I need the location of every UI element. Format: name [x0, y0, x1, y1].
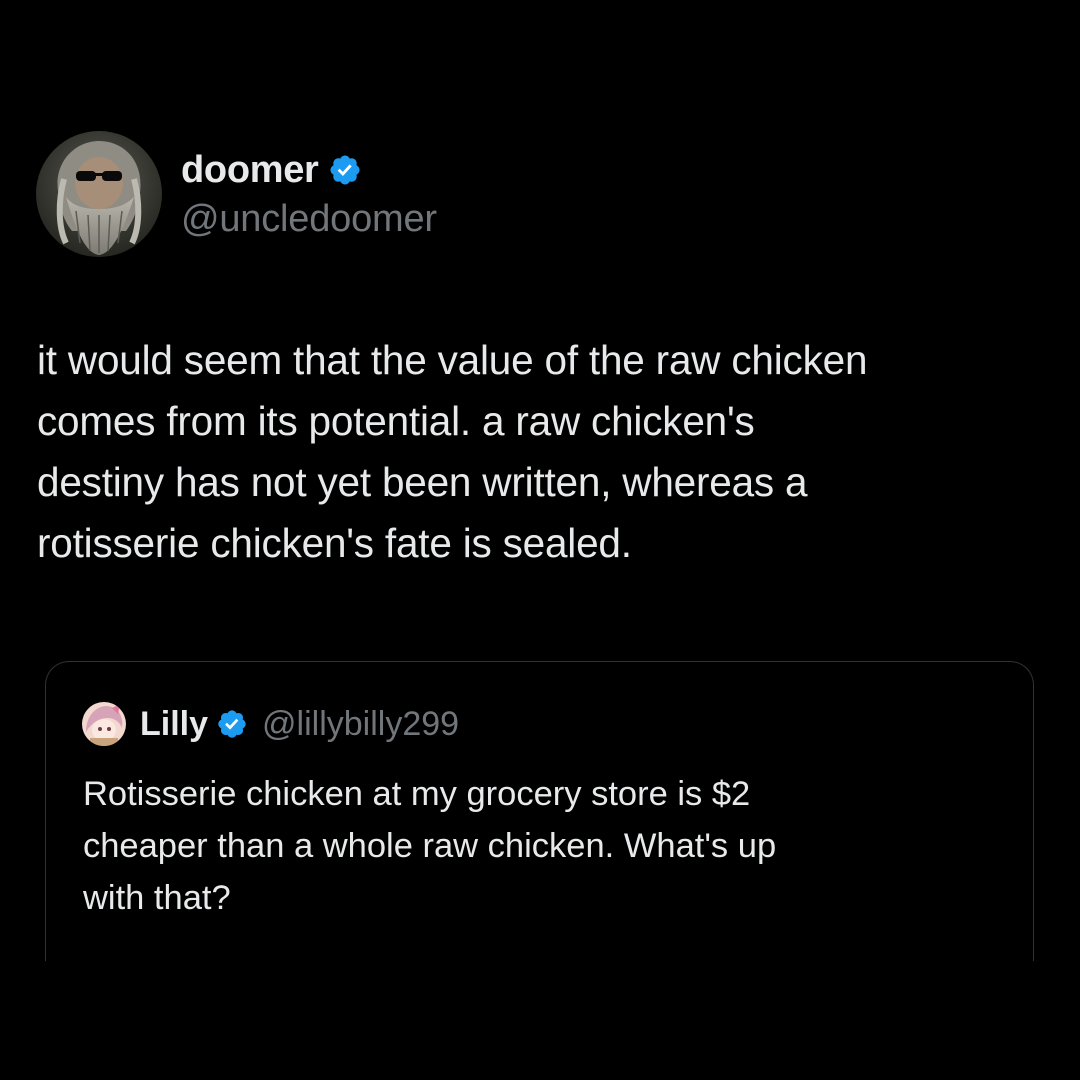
- tweet-author: doomer @uncledoomer: [36, 131, 736, 257]
- anime-character-avatar-icon: [82, 702, 126, 746]
- tweet-text-line: it would seem that the value of the raw …: [37, 337, 868, 383]
- quoted-tweet-header: Lilly @lillybilly299: [82, 700, 459, 748]
- quoted-tweet-text-line: cheaper than a whole raw chicken. What's…: [83, 827, 777, 865]
- quoted-tweet-body: Rotisserie chicken at my grocery store i…: [83, 768, 1013, 924]
- tweet-text-line: rotisserie chicken's fate is sealed.: [37, 520, 632, 566]
- tweet-body: it would seem that the value of the raw …: [37, 330, 1047, 574]
- author-avatar[interactable]: [36, 131, 162, 257]
- author-display-name[interactable]: doomer: [181, 149, 319, 192]
- quoted-author-avatar[interactable]: [82, 702, 126, 746]
- quoted-tweet-text-line: with that?: [83, 879, 231, 917]
- tweet-text-line: destiny has not yet been written, wherea…: [37, 459, 808, 505]
- author-name-line: doomer: [181, 148, 362, 192]
- bearded-man-avatar-icon: [36, 131, 162, 257]
- tweet-text-line: comes from its potential. a raw chicken'…: [37, 398, 755, 444]
- quoted-tweet-text-line: Rotisserie chicken at my grocery store i…: [83, 775, 751, 813]
- tweet: doomer @uncledoomer it would seem that t…: [0, 0, 1080, 1080]
- verified-badge-icon[interactable]: [216, 708, 248, 740]
- quoted-author-display-name[interactable]: Lilly: [140, 705, 208, 744]
- verified-badge-icon[interactable]: [328, 153, 362, 187]
- quoted-author-handle[interactable]: @lillybilly299: [262, 705, 459, 744]
- quoted-tweet-card[interactable]: Lilly @lillybilly299 Rotisserie chicken …: [45, 661, 1034, 961]
- author-handle[interactable]: @uncledoomer: [181, 198, 437, 241]
